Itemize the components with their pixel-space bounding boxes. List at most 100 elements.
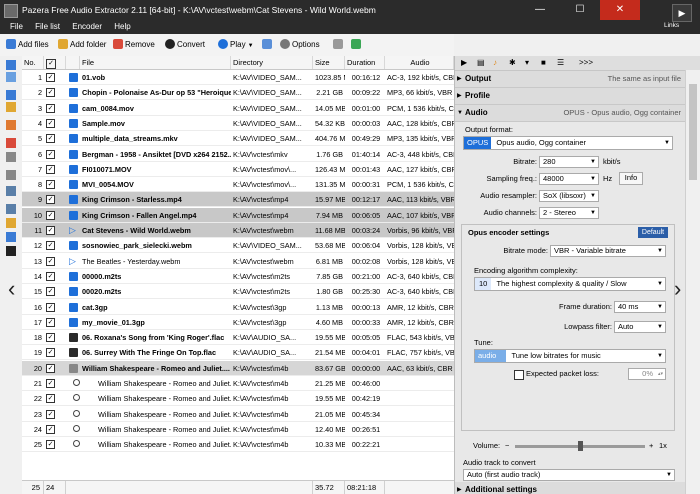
- col-header-check[interactable]: ✓: [44, 56, 66, 69]
- table-row[interactable]: 18 06. Roxana's Song from 'King Roger'.fl…: [22, 330, 454, 346]
- table-row[interactable]: 15 00020.m2ts K:\AV\vctest\m2ts 1.80 GB 00:2…: [22, 284, 454, 300]
- tab-stop-icon[interactable]: ■: [541, 56, 546, 70]
- lowpass-select[interactable]: Auto ▼: [614, 321, 666, 333]
- table-row[interactable]: 10 King Crimson - Fallen Angel.mp4 K:\AV\v…: [22, 207, 454, 223]
- remove-button[interactable]: Remove: [113, 38, 155, 52]
- col-header-file[interactable]: File: [80, 56, 231, 69]
- convert-button[interactable]: Convert: [165, 38, 205, 52]
- tab-play-icon[interactable]: ▶: [461, 56, 467, 70]
- add-files-button[interactable]: Add files: [6, 38, 49, 52]
- table-row[interactable]: 11 Cat Stevens - Wild World.webm K:\AV\vct…: [22, 223, 454, 238]
- expected-loss-spinner[interactable]: 0% ▴▾: [628, 368, 666, 380]
- pin-button[interactable]: [351, 38, 363, 52]
- complexity-select[interactable]: 10 The highest complexity & quality / Sl…: [474, 277, 666, 291]
- expected-loss-checkbox[interactable]: [514, 370, 524, 380]
- table-row[interactable]: 12 sosnowiec_park_sielecki.webm K:\AV\VIDE…: [22, 238, 454, 254]
- row-checkbox[interactable]: ✓: [46, 195, 55, 205]
- table-row[interactable]: 16 cat.3gp K:\AV\vctest\3gp 1.13 MB 00:00:13…: [22, 300, 454, 315]
- channels-select[interactable]: 2 - Stereo ▼: [539, 207, 599, 219]
- row-checkbox[interactable]: ✓: [46, 363, 55, 373]
- row-checkbox[interactable]: ✓: [46, 271, 55, 281]
- row-checkbox[interactable]: ✓: [46, 118, 55, 128]
- resampler-select[interactable]: SoX (libsoxr) ▼: [539, 190, 599, 202]
- select-none-icon[interactable]: [6, 72, 16, 82]
- section-additional[interactable]: ▶ Additional settings: [455, 482, 685, 494]
- check-all-icon[interactable]: [6, 102, 16, 112]
- close-button[interactable]: ✕: [600, 0, 640, 20]
- home-button[interactable]: [333, 38, 345, 52]
- table-row[interactable]: 9 King Crimson - Starless.mp4 K:\AV\vctest…: [22, 192, 454, 208]
- table-row[interactable]: 14 00000.m2ts K:\AV\vctest\m2ts 7.85 GB 00:2…: [22, 269, 454, 284]
- volume-plus[interactable]: +: [649, 440, 653, 452]
- tab-music-icon[interactable]: ♪: [493, 56, 497, 70]
- section-output[interactable]: ▶ Output The same as input file: [455, 71, 685, 88]
- panel-scrollbar-thumb[interactable]: [689, 84, 697, 180]
- open-folder-icon[interactable]: [6, 218, 16, 228]
- col-header-audio[interactable]: Audio: [385, 56, 454, 69]
- select-all-icon[interactable]: [6, 60, 16, 70]
- row-checkbox[interactable]: ✓: [46, 180, 55, 190]
- row-checkbox[interactable]: ✓: [46, 164, 55, 174]
- row-checkbox[interactable]: ✓: [46, 379, 55, 388]
- row-checkbox[interactable]: ✓: [46, 73, 55, 82]
- row-checkbox[interactable]: ✓: [46, 409, 55, 419]
- panel-scrollbar[interactable]: [685, 70, 700, 494]
- table-row[interactable]: 19 06. Surrey With The Fringe On Top.flac…: [22, 345, 454, 361]
- row-checkbox[interactable]: ✓: [46, 149, 55, 159]
- chevron-right-icon[interactable]: ›: [674, 278, 681, 300]
- frame-duration-select[interactable]: 40 ms ▼: [614, 301, 666, 313]
- row-checkbox[interactable]: ✓: [46, 210, 55, 220]
- table-row[interactable]: 8 MVI_0054.MOV K:\AV\vctest\mov\... 131.35 …: [22, 177, 454, 193]
- table-row[interactable]: 6 Bergman - 1958 - Ansiktet [DVD x264 215…: [22, 147, 454, 162]
- table-row[interactable]: 22 William Shakespeare - Romeo and Juliet…: [22, 391, 454, 407]
- table-row[interactable]: 20 William Shakespeare - Romeo and Juliet…: [22, 360, 454, 376]
- settings-icon-button[interactable]: [262, 38, 274, 52]
- menu-encoder[interactable]: Encoder: [72, 22, 102, 31]
- remove-item-icon[interactable]: [6, 138, 16, 148]
- table-row[interactable]: 17 my_movie_01.3gp K:\AV\vctest\3gp 4.60 MB…: [22, 315, 454, 330]
- row-checkbox[interactable]: ✓: [46, 103, 55, 113]
- tab-gear-icon[interactable]: ✱: [509, 56, 516, 70]
- menu-file-list[interactable]: File list: [35, 22, 60, 31]
- table-row[interactable]: 3 cam_0084.mov K:\AV\VIDEO_SAM... 14.05 MB 0…: [22, 101, 454, 116]
- run-icon[interactable]: [6, 246, 16, 256]
- col-header-size[interactable]: Size: [313, 56, 345, 69]
- row-checkbox[interactable]: ✓: [46, 440, 55, 450]
- menu-file[interactable]: File: [10, 22, 23, 31]
- section-profile[interactable]: ▶ Profile: [455, 88, 685, 105]
- row-checkbox[interactable]: ✓: [46, 302, 55, 312]
- menu-help[interactable]: Help: [114, 22, 130, 31]
- section-audio[interactable]: ▼ Audio OPUS - Opus audio, Ogg container: [455, 105, 685, 122]
- table-row[interactable]: 2 Chopin - Polonaise As-Dur op 53 "Heroiq…: [22, 85, 454, 101]
- row-checkbox[interactable]: ✓: [46, 333, 55, 343]
- maximize-button[interactable]: ☐: [560, 0, 600, 20]
- table-row[interactable]: 4 Sample.mov K:\AV\VIDEO_SAM... 54.32 KB 00:…: [22, 116, 454, 131]
- table-row[interactable]: 5 multiple_data_streams.mkv K:\AV\VIDEO_SA…: [22, 131, 454, 147]
- tab-list-icon[interactable]: ☰: [557, 56, 564, 70]
- invert-selection-icon[interactable]: [6, 90, 16, 100]
- check-all-checkbox[interactable]: ✓: [46, 59, 56, 69]
- table-row[interactable]: 1 01.vob K:\AV\VIDEO_SAM... 1023.85 MB 00:16…: [22, 70, 454, 85]
- bitrate-mode-select[interactable]: VBR - Variable bitrate ▼: [550, 245, 666, 257]
- row-checkbox[interactable]: ✓: [46, 394, 55, 404]
- move-up-icon[interactable]: [6, 152, 16, 162]
- info-icon[interactable]: [6, 186, 16, 196]
- row-checkbox[interactable]: ✓: [46, 134, 55, 144]
- info-button[interactable]: Info: [619, 172, 643, 185]
- default-button[interactable]: Default: [638, 227, 668, 238]
- list-icon[interactable]: [6, 204, 16, 214]
- sampling-select[interactable]: 48000 ▼: [539, 173, 599, 185]
- bitrate-select[interactable]: 280 ▼: [539, 156, 599, 168]
- table-row[interactable]: 21 William Shakespeare - Romeo and Juliet…: [22, 376, 454, 391]
- row-checkbox[interactable]: ✓: [46, 348, 55, 358]
- col-header-no[interactable]: No.: [22, 56, 44, 69]
- output-format-select[interactable]: OPUS Opus audio, Ogg container ▼: [463, 136, 673, 150]
- chevron-left-icon[interactable]: ‹: [8, 278, 15, 300]
- row-checkbox[interactable]: ✓: [46, 287, 55, 297]
- volume-minus[interactable]: −: [505, 440, 509, 452]
- row-checkbox[interactable]: ✓: [46, 424, 55, 434]
- row-checkbox[interactable]: ✓: [46, 88, 55, 98]
- audio-track-select[interactable]: Auto (first audio track) ▼: [463, 469, 675, 481]
- options-button[interactable]: Options: [280, 38, 320, 52]
- table-row[interactable]: 23 William Shakespeare - Romeo and Juliet…: [22, 407, 454, 422]
